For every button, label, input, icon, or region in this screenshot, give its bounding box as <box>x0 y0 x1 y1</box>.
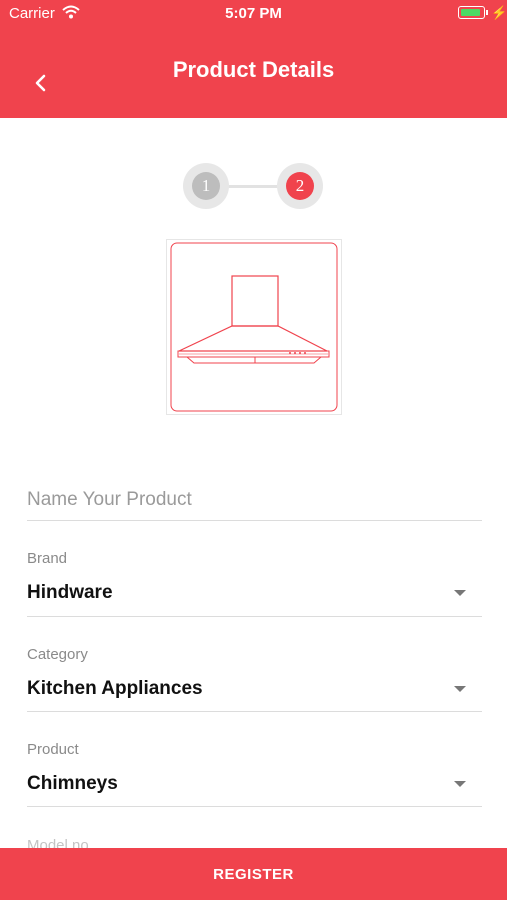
stepper-connector <box>223 185 279 188</box>
status-time: 5:07 PM <box>225 5 282 22</box>
brand-label: Brand <box>27 550 68 567</box>
category-value: Kitchen Appliances <box>27 678 203 699</box>
page-title: Product Details <box>172 57 335 82</box>
status-bar: Carrier 5:07 PM ⚡ <box>0 0 507 28</box>
product-name-placeholder: Name Your Product <box>27 489 192 510</box>
product-label: Product <box>27 741 79 758</box>
progress-stepper: 1 2 <box>183 163 323 209</box>
step-1: 1 <box>183 163 229 209</box>
app-header: Carrier 5:07 PM ⚡ Product Details <box>0 0 507 118</box>
category-label: Category <box>27 646 88 663</box>
register-button[interactable]: REGISTER <box>0 848 507 900</box>
brand-select[interactable]: Brand Hindware <box>27 548 482 617</box>
step-2: 2 <box>277 163 323 209</box>
brand-value: Hindware <box>27 582 113 603</box>
chimney-icon <box>170 242 338 412</box>
step-2-number: 2 <box>286 172 314 200</box>
step-1-number: 1 <box>192 172 220 200</box>
battery-icon <box>458 6 488 19</box>
dropdown-caret-icon <box>454 590 466 596</box>
product-select[interactable]: Product Chimneys <box>27 739 482 807</box>
dropdown-caret-icon <box>454 781 466 787</box>
dropdown-caret-icon <box>454 686 466 692</box>
product-image <box>166 239 342 415</box>
charging-icon: ⚡ <box>491 5 507 20</box>
model-no-field[interactable]: Model no <box>27 835 482 848</box>
category-select[interactable]: Category Kitchen Appliances <box>27 644 482 712</box>
product-name-input[interactable]: Name Your Product <box>27 484 482 521</box>
product-value: Chimneys <box>27 773 118 794</box>
model-no-label: Model no <box>27 837 89 848</box>
